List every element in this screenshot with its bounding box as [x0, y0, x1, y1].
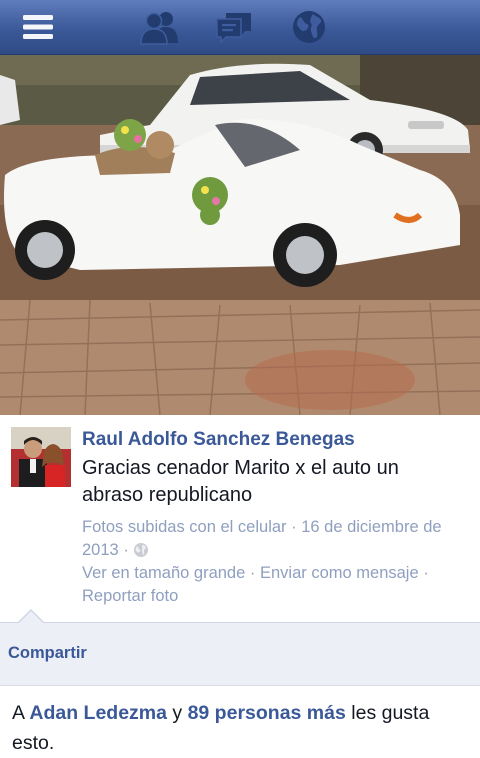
other-likers-link[interactable]: 89 personas más	[188, 702, 346, 724]
author-avatar[interactable]	[11, 427, 71, 487]
post-caption: Gracias cenador Marito x el auto un abra…	[82, 457, 399, 506]
likes-conjunction: y	[172, 702, 183, 724]
globe-icon	[293, 11, 325, 43]
post-photo[interactable]	[0, 55, 480, 415]
menu-icon	[23, 15, 53, 39]
profile-photo-image	[11, 427, 71, 487]
send-as-message-link[interactable]: Enviar como mensaje	[260, 564, 419, 582]
friends-icon	[140, 12, 178, 45]
share-bar: Compartir	[0, 609, 480, 686]
view-large-link[interactable]: Ver en tamaño grande	[82, 564, 245, 582]
meta-separator: ·	[291, 518, 297, 536]
friend-requests-button[interactable]	[132, 0, 188, 54]
likes-prefix: A	[12, 702, 24, 724]
notifications-button[interactable]	[281, 0, 337, 54]
share-button[interactable]: Compartir	[8, 644, 87, 663]
messages-icon	[216, 13, 251, 44]
report-photo-link[interactable]: Reportar foto	[82, 587, 178, 605]
globe-icon	[134, 543, 149, 557]
post-meta: Fotos subidas con el celular · 16 de dic…	[82, 516, 472, 608]
car-photo-image	[0, 55, 480, 415]
meta-separator: ·	[249, 564, 256, 582]
top-nav-bar	[0, 0, 480, 55]
upload-source-link[interactable]: Fotos subidas con el celular	[82, 518, 287, 536]
menu-button[interactable]	[10, 0, 66, 54]
post-details: Raul Adolfo Sanchez Benegas Gracias cena…	[0, 415, 480, 622]
pointer-notch-fill	[18, 611, 44, 624]
meta-separator: ·	[123, 541, 129, 559]
messages-button[interactable]	[206, 0, 262, 54]
meta-separator: ·	[423, 564, 429, 582]
liker-name-link[interactable]: Adan Ledezma	[29, 702, 167, 724]
likes-summary: A Adan Ledezma y 89 personas más les gus…	[12, 698, 467, 758]
post-author-name[interactable]: Raul Adolfo Sanchez Benegas	[82, 429, 355, 451]
